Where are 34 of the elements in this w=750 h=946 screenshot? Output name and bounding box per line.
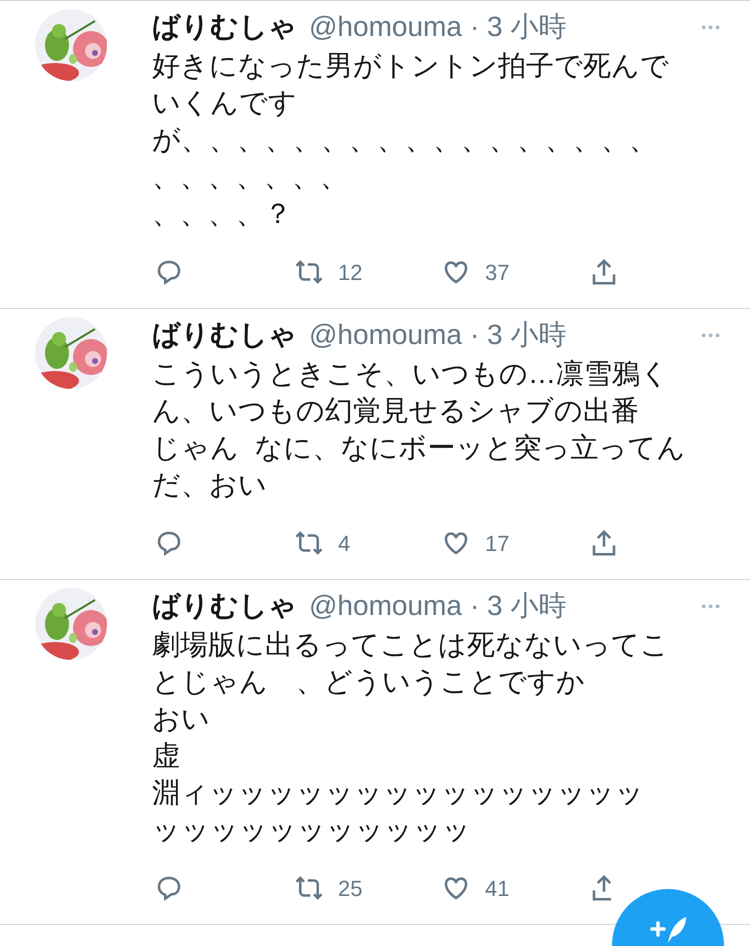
- tweet-text: 劇場版に出るってことは死なないってこ: [152, 628, 670, 662]
- user-name[interactable]: ばりむしゃ: [152, 315, 297, 355]
- tweet-text: 淵ィッッッッッッッッッッッッッッッ: [152, 776, 645, 810]
- timestamp: · 3 小時: [470, 589, 566, 623]
- user-name[interactable]: ばりむしゃ: [152, 7, 297, 47]
- like-button[interactable]: 41: [441, 872, 589, 904]
- retweet-icon: [294, 873, 324, 903]
- tweet-text: だ、おい: [152, 468, 268, 502]
- tweet-text: いくんです: [152, 86, 298, 120]
- user-handle[interactable]: @homouma: [309, 586, 462, 626]
- user-handle[interactable]: @homouma: [309, 7, 462, 47]
- retweet-icon: [294, 528, 324, 558]
- retweet-button[interactable]: 4: [294, 526, 441, 560]
- retweet-button[interactable]: 25: [294, 872, 441, 904]
- timestamp: · 3 小時: [470, 318, 566, 352]
- like-button[interactable]: 17: [441, 526, 589, 560]
- tweet-text: 、、、、、、、: [152, 160, 349, 194]
- timestamp: · 3 小時: [470, 10, 566, 44]
- user-name[interactable]: ばりむしゃ: [152, 586, 297, 626]
- tweet-text: おい: [152, 702, 211, 736]
- tweet-text: 、、、、？: [152, 197, 293, 231]
- tweet-text: じゃん なに、なにボーッと突っ立ってん: [152, 431, 687, 465]
- tweet-text: 好きになった男がトントン拍子で死んで: [152, 49, 670, 83]
- tweet-text: ん、いつもの幻覚見せるシャブの出番: [152, 394, 640, 428]
- retweet-button[interactable]: 12: [294, 256, 441, 288]
- user-handle[interactable]: @homouma: [309, 315, 462, 355]
- like-button[interactable]: 37: [441, 256, 589, 288]
- retweet-icon: [294, 257, 324, 287]
- tweet-text: が、、、、、、、、、、、、、、、、、: [152, 123, 658, 157]
- tweet-text: こういうときこそ、いつもの…凛雪鴉く: [152, 357, 670, 391]
- tweet-text: 虚: [152, 739, 181, 773]
- tweet-text: ッッッッッッッッッッッ: [152, 813, 472, 847]
- compose-icon: [648, 915, 688, 945]
- tweet-text: とじゃん 、どういうことですか: [152, 665, 586, 699]
